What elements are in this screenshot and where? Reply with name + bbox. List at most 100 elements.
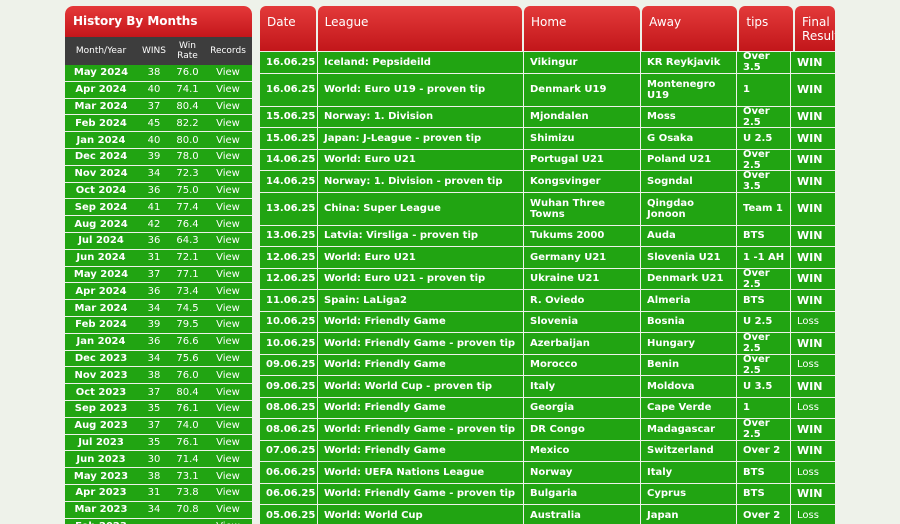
win-rate-cell: 80.0 [176, 134, 199, 146]
tip-row: 06.06.25 World: Friendly Game - proven ti… [260, 483, 835, 505]
history-row: Dec 2023 34 75.6 View [65, 350, 252, 368]
view-link[interactable]: View [204, 185, 252, 196]
win-rate-cell: 76.0 [176, 67, 199, 79]
tip-row: 15.06.25 Norway: 1. Division Mjondalen Moss… [260, 106, 835, 128]
view-link[interactable]: View [204, 118, 252, 129]
win-rate-cell: 72.1 [176, 252, 199, 264]
away-cell: Sogndal [641, 171, 737, 192]
tip-row: 13.06.25 Latvia: Virsliga - proven tip Tuk… [260, 225, 835, 247]
view-link[interactable]: View [204, 151, 252, 162]
home-cell: Denmark U19 [524, 73, 641, 106]
col-date: Date [260, 6, 316, 51]
away-cell: Denmark U21 [641, 268, 737, 289]
view-link[interactable]: View [204, 67, 252, 78]
away-cell: Hungary [641, 333, 737, 354]
wins-cell: 37 [147, 420, 161, 432]
home-cell: Shimizu [524, 128, 641, 149]
date-cell: 05.06.25 [260, 505, 318, 524]
tip-row: 07.06.25 World: Friendly Game Mexico Switze… [260, 440, 835, 462]
history-row: Jun 2023 30 71.4 View [65, 451, 252, 469]
view-link[interactable]: View [204, 437, 252, 448]
wins-cell: 41 [147, 201, 161, 213]
date-cell: 07.06.25 [260, 440, 318, 461]
view-link[interactable]: View [204, 168, 252, 179]
view-link[interactable]: View [204, 319, 252, 330]
view-link[interactable]: View [204, 101, 252, 112]
view-link[interactable]: View [204, 269, 252, 280]
win-rate-cell: 74.0 [176, 420, 199, 432]
view-link[interactable]: View [204, 353, 252, 364]
view-link[interactable]: View [204, 471, 252, 482]
view-link[interactable]: View [204, 286, 252, 297]
tips-table: Date League Home Away tips Final Result … [260, 6, 835, 524]
wins-cell: 45 [147, 117, 161, 129]
win-rate-cell: 64.3 [176, 235, 199, 247]
view-link[interactable]: View [204, 403, 252, 414]
win-rate-cell: 78.0 [176, 151, 199, 163]
league-cell: Iceland: Pepsideild [318, 52, 524, 73]
date-cell: 09.06.25 [260, 376, 318, 397]
view-link[interactable]: View [204, 336, 252, 347]
league-cell: Japan: J-League - proven tip [318, 128, 524, 149]
wins-cell: 34 [147, 302, 161, 314]
league-cell: World: UEFA Nations League [318, 462, 524, 483]
date-cell: 13.06.25 [260, 192, 318, 225]
league-cell: World: Euro U19 - proven tip [318, 73, 524, 106]
tip-row: 06.06.25 World: UEFA Nations League Norway… [260, 462, 835, 484]
away-cell: Almeria [641, 290, 737, 311]
win-rate-cell: 71.4 [176, 453, 199, 465]
view-link[interactable]: View [204, 303, 252, 314]
month-year-cell: Dec 2023 [74, 352, 128, 364]
month-year-cell: Sep 2024 [74, 201, 128, 213]
tip-cell: BTS [737, 462, 791, 483]
view-link[interactable]: View [204, 235, 252, 246]
month-year-cell: Nov 2023 [74, 369, 128, 381]
result-cell: Loss [797, 509, 819, 521]
view-link[interactable]: View [204, 387, 252, 398]
win-rate-cell: 70.8 [176, 504, 199, 516]
tip-row: 15.06.25 Japan: J-League - proven tip Shim… [260, 128, 835, 150]
view-link[interactable]: View [204, 420, 252, 431]
tip-row: 12.06.25 World: Euro U21 - proven tip Ukra… [260, 268, 835, 290]
home-cell: Ukraine U21 [524, 268, 641, 289]
tip-row: 12.06.25 World: Euro U21 Germany U21 Sloven… [260, 247, 835, 269]
view-link[interactable]: View [204, 370, 252, 381]
date-cell: 06.06.25 [260, 462, 318, 483]
away-cell: Cape Verde [641, 397, 737, 418]
win-rate-cell: 76.1 [176, 403, 199, 415]
view-link[interactable]: View [204, 84, 252, 95]
league-cell: World: Friendly Game - proven tip [318, 483, 524, 504]
tip-cell: 1 [737, 73, 791, 106]
tip-cell: BTS [737, 483, 791, 504]
history-row: Jul 2023 35 76.1 View [65, 434, 252, 452]
wins-cell: 36 [147, 184, 161, 196]
league-cell: World: Friendly Game - proven tip [318, 333, 524, 354]
wins-cell: 38 [147, 67, 161, 79]
win-rate-cell: 73.1 [176, 470, 199, 482]
away-cell: Cyprus [641, 483, 737, 504]
league-cell: Latvia: Virsliga - proven tip [318, 225, 524, 246]
tip-cell: 1 -1 AH [737, 247, 791, 268]
history-row: Jan 2024 36 76.6 View [65, 333, 252, 351]
history-row: Jun 2024 31 72.1 View [65, 249, 252, 267]
view-link[interactable]: View [204, 252, 252, 263]
view-link[interactable]: View [204, 202, 252, 213]
wins-cell: 34 [147, 168, 161, 180]
league-cell: Spain: LaLiga2 [318, 290, 524, 311]
home-cell: Germany U21 [524, 247, 641, 268]
away-cell: Qingdao Jonoon [641, 192, 737, 225]
tip-cell: Team 1 [737, 192, 791, 225]
view-link[interactable]: View [204, 487, 252, 498]
month-year-cell: Mar 2023 [74, 504, 128, 516]
view-link[interactable]: View [204, 219, 252, 230]
view-link[interactable]: View [204, 454, 252, 465]
view-link[interactable]: View [204, 135, 252, 146]
view-link[interactable]: View [204, 504, 252, 515]
home-cell: Mexico [524, 440, 641, 461]
history-row: May 2023 38 73.1 View [65, 468, 252, 485]
wins-cell: 35 [147, 403, 161, 415]
tip-cell: Over 2.5 [737, 354, 791, 376]
away-cell: KR Reykjavik [641, 52, 737, 73]
league-cell: World: Euro U21 [318, 149, 524, 170]
col-wins: WINS [142, 46, 166, 56]
